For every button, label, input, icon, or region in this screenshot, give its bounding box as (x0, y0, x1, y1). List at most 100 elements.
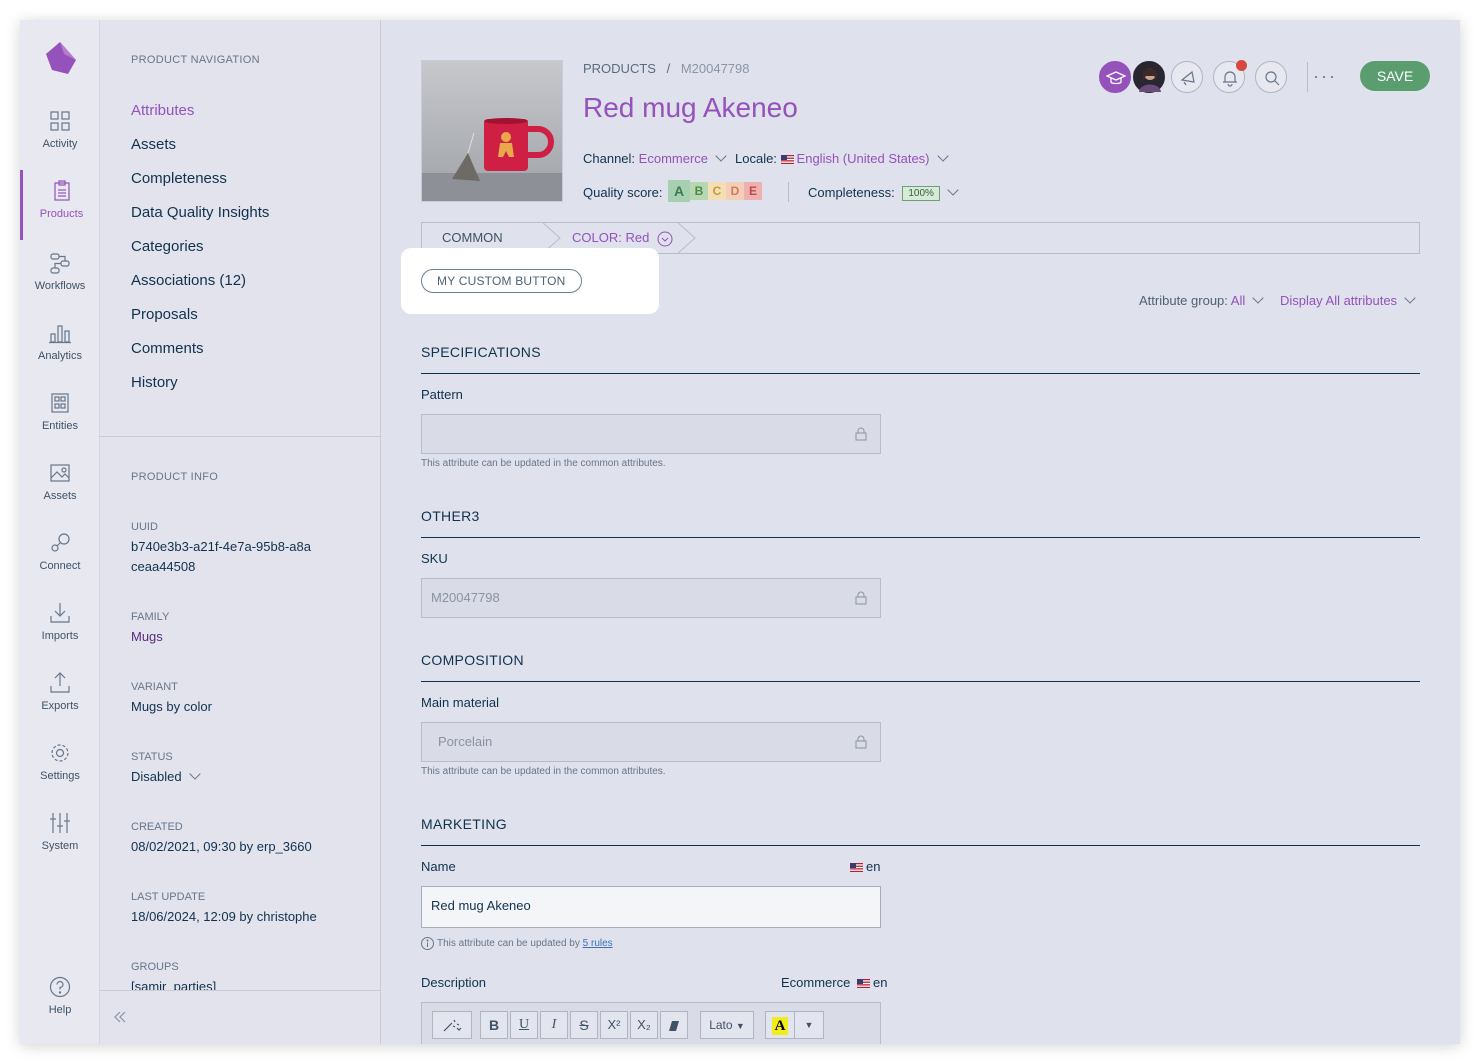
nav-exports[interactable]: Exports (20, 672, 100, 736)
more-actions-button[interactable]: ··· (1313, 66, 1337, 87)
font-family-dropdown[interactable]: Lato ▼ (700, 1011, 754, 1039)
pattern-helper: This attribute can be updated in the com… (421, 458, 666, 469)
channel-selector[interactable]: Channel: Ecommerce (583, 150, 727, 166)
nav-workflows[interactable]: Workflows (20, 252, 100, 316)
description-locale-code: en (872, 975, 888, 990)
pn-link-comments[interactable]: Comments (131, 340, 204, 357)
pn-link-history[interactable]: History (131, 374, 178, 391)
nav-assets[interactable]: Assets (20, 462, 100, 526)
text-color-button[interactable]: A (765, 1011, 795, 1039)
status-dropdown[interactable]: Disabled (131, 767, 351, 787)
quality-score-label: Quality score: (583, 185, 663, 200)
breadcrumb-products-link[interactable]: PRODUCTS (583, 61, 656, 76)
pn-link-categories[interactable]: Categories (131, 238, 204, 255)
clear-format-button[interactable] (660, 1011, 688, 1039)
pn-link-assets[interactable]: Assets (131, 136, 176, 153)
entities-icon (51, 393, 69, 413)
bold-button[interactable]: B (480, 1011, 508, 1039)
attribute-group-label: Attribute group: (1139, 293, 1228, 308)
nav-system[interactable]: System (20, 812, 100, 876)
main-nav: Activity Products Workflows Analytics En… (20, 20, 100, 1044)
section-other3-title: OTHER3 (421, 508, 480, 524)
material-value: Porcelain (438, 734, 493, 749)
assets-icon (50, 464, 70, 482)
chevron-down-icon (715, 150, 727, 162)
text-color-dropdown[interactable]: ▼ (794, 1011, 824, 1039)
products-icon (53, 180, 70, 201)
akeneo-logo-icon[interactable] (42, 40, 78, 76)
name-label: Name (421, 859, 456, 874)
material-helper: This attribute can be updated in the com… (421, 766, 666, 777)
us-flag-icon (850, 863, 863, 873)
nav-products[interactable]: Products (20, 170, 100, 240)
nav-help[interactable]: Help (20, 976, 100, 1040)
name-locale-code: en (866, 859, 881, 874)
strikethrough-button[interactable]: S (570, 1011, 598, 1039)
nav-label: Connect (39, 560, 81, 572)
nav-label: Products (39, 208, 84, 220)
sku-label: SKU (421, 551, 448, 566)
activity-icon (50, 111, 70, 131)
nav-activity[interactable]: Activity (20, 110, 100, 174)
display-attributes-filter[interactable]: Display All attributes (1280, 292, 1416, 308)
analytics-icon (49, 325, 71, 344)
nav-analytics[interactable]: Analytics (20, 322, 100, 386)
quality-grade-c: C (708, 182, 726, 200)
description-label: Description (421, 975, 487, 990)
pn-link-associations[interactable]: Associations (12) (131, 272, 246, 289)
divider (788, 182, 789, 202)
breadcrumb-separator: / (666, 61, 671, 76)
description-scope: Ecommerce en (781, 975, 887, 990)
pn-link-data-quality[interactable]: Data Quality Insights (131, 204, 269, 221)
attribute-group-filter[interactable]: Attribute group: All (1139, 292, 1264, 308)
completeness-dropdown[interactable]: Completeness: 100% (808, 184, 959, 202)
locale-selector[interactable]: Locale: English (United States) (735, 150, 949, 166)
family-value[interactable]: Mugs (131, 627, 351, 647)
subscript-button[interactable]: X₂ (630, 1011, 658, 1039)
avatar-icon (1139, 68, 1161, 92)
pn-link-completeness[interactable]: Completeness (131, 170, 227, 187)
my-custom-button[interactable]: MY CUSTOM BUTTON (421, 269, 582, 293)
nav-label: Workflows (34, 280, 86, 292)
nav-imports[interactable]: Imports (20, 602, 100, 666)
name-input[interactable]: Red mug Akeneo (421, 886, 881, 928)
nav-connect[interactable]: Connect (20, 532, 100, 596)
onboarding-button[interactable] (1099, 61, 1131, 93)
product-info-title: PRODUCT INFO (131, 471, 219, 483)
product-image[interactable] (421, 60, 563, 202)
search-button[interactable] (1255, 61, 1287, 93)
product-navigation-title: PRODUCT NAVIGATION (131, 54, 260, 66)
description-channel: Ecommerce (781, 975, 851, 990)
collapse-double-chevron-icon[interactable] (114, 1011, 126, 1023)
display-attributes-value: Display All attributes (1280, 293, 1398, 308)
material-field: Porcelain (421, 722, 881, 762)
lock-icon (855, 591, 867, 605)
nav-label: System (41, 840, 79, 852)
family-label: FAMILY (131, 611, 170, 623)
announcements-button[interactable] (1171, 61, 1203, 93)
channel-label: Channel: (583, 151, 636, 166)
pn-link-proposals[interactable]: Proposals (131, 306, 198, 323)
underline-button[interactable]: U (510, 1011, 538, 1039)
superscript-button[interactable]: X² (600, 1011, 628, 1039)
user-avatar[interactable] (1133, 61, 1165, 93)
red-mug-photo (422, 61, 562, 201)
variant-value: Mugs by color (131, 699, 212, 714)
quality-grade-a: A (668, 180, 690, 202)
nav-entities[interactable]: Entities (20, 392, 100, 456)
variant-label: VARIANT (131, 681, 178, 693)
us-flag-icon (780, 155, 794, 165)
nav-settings[interactable]: Settings (20, 742, 100, 806)
save-button[interactable]: SAVE (1360, 61, 1430, 91)
italic-button[interactable]: I (540, 1011, 568, 1039)
notifications-button[interactable] (1213, 60, 1247, 93)
product-navigation-panel: PRODUCT NAVIGATION Attributes Assets Com… (100, 20, 381, 1044)
search-icon (1265, 71, 1280, 86)
rules-link[interactable]: 5 rules (583, 938, 613, 949)
lock-icon (855, 735, 867, 749)
quality-score-badges[interactable]: A B C D E (668, 180, 762, 202)
name-locale: en (850, 859, 880, 874)
magic-wand-dropdown[interactable] (432, 1011, 472, 1039)
section-divider (421, 373, 1420, 374)
pn-link-attributes[interactable]: Attributes (131, 102, 194, 119)
